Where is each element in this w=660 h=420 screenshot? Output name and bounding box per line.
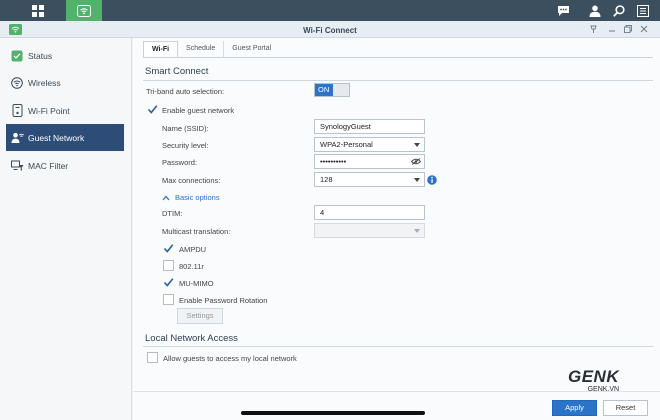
sidebar-item-label: Guest Network: [28, 132, 85, 143]
user-icon: [589, 5, 601, 17]
toggle-on-label: ON: [315, 84, 333, 96]
sidebar-item-wireless[interactable]: Wireless: [6, 69, 124, 96]
chevron-down-icon: [414, 229, 420, 233]
guest-network-icon: [6, 132, 28, 144]
chat-button[interactable]: [552, 0, 574, 21]
window-title: Wi-Fi Connect: [303, 26, 357, 35]
tab-guest-portal[interactable]: Guest Portal: [224, 41, 279, 58]
user-button[interactable]: [584, 0, 606, 21]
tab-bar: Wi-Fi Schedule Guest Portal: [143, 41, 279, 58]
80211r-checkbox[interactable]: [163, 260, 174, 271]
80211r-label: 802.11r: [179, 262, 204, 271]
ssid-label: Name (SSID):: [162, 124, 209, 133]
dtim-label: DTIM:: [162, 209, 183, 218]
genk-watermark: GENK GENK.VN: [568, 368, 619, 393]
dtim-input[interactable]: [314, 205, 425, 220]
apply-button[interactable]: Apply: [552, 400, 597, 416]
sidebar-item-label: Wi-Fi Point: [28, 105, 70, 116]
options-icon: [637, 4, 649, 17]
tab-wifi[interactable]: Wi-Fi: [143, 41, 179, 58]
basic-options-toggle[interactable]: Basic options: [175, 193, 220, 202]
wifi-connect-taskbar-button[interactable]: [66, 0, 102, 21]
wifi-icon: [77, 4, 91, 17]
mac-filter-icon: [6, 160, 28, 172]
watermark-site: GENK.VN: [587, 386, 620, 393]
max-connections-value: 128: [320, 175, 333, 184]
close-icon[interactable]: [640, 25, 648, 33]
info-icon[interactable]: [427, 175, 437, 185]
wifi-point-icon: [6, 104, 28, 117]
password-label: Password:: [162, 158, 198, 167]
max-connections-label: Max connections:: [162, 176, 221, 185]
chevron-down-icon: [414, 143, 420, 147]
eye-icon[interactable]: [411, 158, 421, 165]
allow-local-access-checkbox[interactable]: [147, 352, 158, 363]
status-icon: [6, 50, 28, 62]
enable-guest-label: Enable guest network: [162, 106, 235, 115]
taskbar: [0, 0, 660, 21]
smart-connect-heading: Smart Connect: [145, 66, 209, 77]
allow-local-access-label: Allow guests to access my local network: [163, 354, 297, 363]
local-access-heading: Local Network Access: [145, 333, 238, 344]
section-divider: [143, 346, 653, 347]
mu-mimo-label: MU-MIMO: [179, 279, 214, 288]
triband-toggle[interactable]: ON: [314, 83, 350, 97]
multicast-select[interactable]: [314, 223, 425, 238]
main-menu-button[interactable]: [20, 0, 56, 21]
chevron-up-icon[interactable]: [162, 195, 170, 201]
multicast-label: Multicast translation:: [162, 227, 231, 236]
home-indicator: [241, 411, 425, 415]
minimize-icon[interactable]: [608, 25, 616, 33]
triband-label: Tri-band auto selection:: [146, 87, 225, 96]
search-button[interactable]: [608, 0, 630, 21]
options-button[interactable]: [632, 0, 654, 21]
password-input[interactable]: ••••••••••: [314, 154, 425, 169]
sidebar-item-mac-filter[interactable]: MAC Filter: [6, 152, 124, 179]
ampdu-checkbox[interactable]: [163, 243, 174, 254]
maximize-icon[interactable]: [624, 25, 632, 33]
password-value: ••••••••••: [320, 157, 347, 166]
pin-icon[interactable]: [590, 25, 597, 33]
max-connections-select[interactable]: 128: [314, 172, 425, 187]
ampdu-label: AMPDU: [179, 245, 207, 254]
watermark-brand: GENK: [568, 367, 620, 386]
security-label: Security level:: [162, 141, 209, 150]
sidebar-item-label: Wireless: [28, 77, 61, 88]
password-rotation-checkbox[interactable]: [163, 294, 174, 305]
ssid-input[interactable]: [314, 119, 425, 134]
reset-button[interactable]: Reset: [603, 400, 648, 416]
sidebar-item-label: MAC Filter: [28, 160, 69, 171]
password-rotation-label: Enable Password Rotation: [179, 296, 268, 305]
checkmark-icon: [147, 105, 158, 114]
sidebar-item-status[interactable]: Status: [6, 42, 124, 69]
chat-icon: [557, 5, 570, 17]
grid-icon: [32, 4, 44, 17]
settings-button[interactable]: Settings: [177, 308, 223, 324]
mu-mimo-checkbox[interactable]: [163, 277, 174, 288]
enable-guest-checkbox[interactable]: [147, 104, 158, 115]
window-header: Wi-Fi Connect: [0, 21, 660, 38]
sidebar-item-guest-network[interactable]: Guest Network: [6, 124, 124, 151]
checkmark-icon: [163, 244, 174, 253]
tab-divider: [143, 57, 653, 58]
sidebar-item-wifi-point[interactable]: Wi-Fi Point: [6, 97, 124, 124]
sidebar-item-label: Status: [28, 50, 53, 61]
main-panel: Wi-Fi Schedule Guest Portal Smart Connec…: [133, 38, 660, 420]
sidebar: Status Wireless Wi-Fi Point Guest Networ…: [0, 38, 132, 420]
search-icon: [613, 4, 625, 17]
wireless-icon: [6, 76, 28, 89]
security-select[interactable]: WPA2-Personal: [314, 137, 425, 152]
section-divider: [143, 80, 653, 81]
tab-schedule[interactable]: Schedule: [178, 41, 225, 58]
security-value: WPA2-Personal: [320, 140, 373, 149]
chevron-down-icon: [414, 178, 420, 182]
checkmark-icon: [163, 278, 174, 287]
